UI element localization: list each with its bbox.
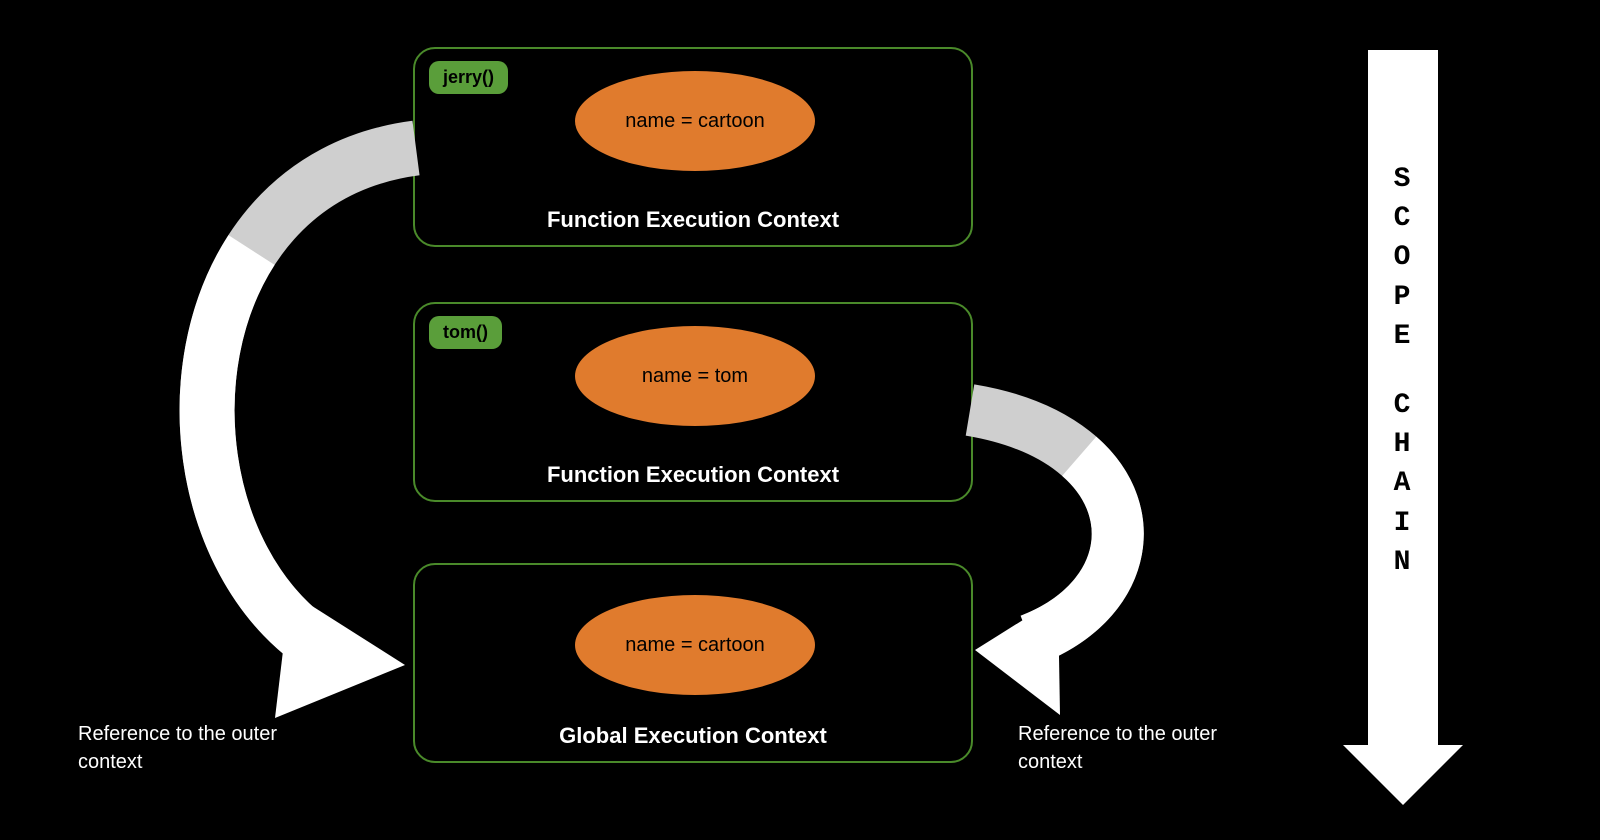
reference-label-left: Reference to the outer context	[78, 720, 338, 776]
scope-chain-word1: SCOPE	[1368, 160, 1438, 356]
diagram-canvas: jerry() name = cartoon Function Executio…	[0, 0, 1600, 840]
function-tag-tom: tom()	[429, 316, 502, 349]
variable-ellipse-tom: name = tom	[575, 326, 815, 426]
arrow-right	[970, 410, 1118, 715]
variable-ellipse-jerry: name = cartoon	[575, 71, 815, 171]
arrow-left	[207, 148, 416, 718]
reference-label-right: Reference to the outer context	[1018, 720, 1278, 776]
context-title-tom: Function Execution Context	[415, 462, 971, 488]
context-box-global: name = cartoon Global Execution Context	[413, 563, 973, 763]
context-title-global: Global Execution Context	[415, 723, 971, 749]
scope-chain-text: SCOPE CHAIN	[1368, 160, 1438, 582]
context-title-jerry: Function Execution Context	[415, 207, 971, 233]
variable-ellipse-global: name = cartoon	[575, 595, 815, 695]
context-box-tom: tom() name = tom Function Execution Cont…	[413, 302, 973, 502]
scope-chain-word2: CHAIN	[1368, 386, 1438, 582]
scope-chain-arrowhead	[1343, 745, 1463, 805]
context-box-jerry: jerry() name = cartoon Function Executio…	[413, 47, 973, 247]
function-tag-jerry: jerry()	[429, 61, 508, 94]
